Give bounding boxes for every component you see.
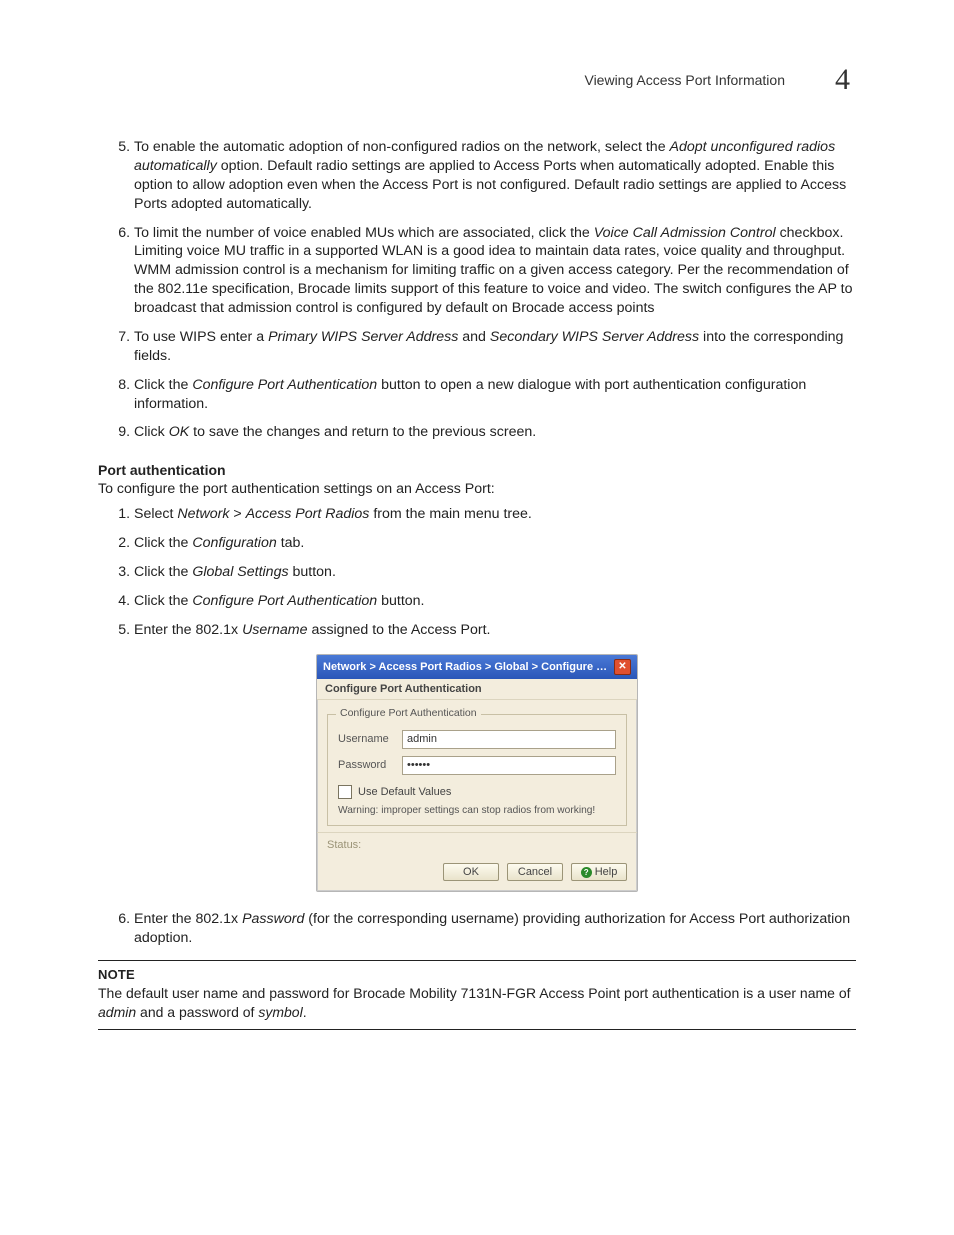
dialog-title-text: Network > Access Port Radios > Global > … (323, 661, 614, 673)
status-row: Status: (317, 832, 637, 857)
document-page: Viewing Access Port Information 4 To ena… (0, 0, 954, 1235)
pa-step-5: Enter the 802.1x Username assigned to th… (134, 621, 856, 640)
dialog-warning: Warning: improper settings can stop radi… (338, 805, 616, 818)
procedure-steps-upper: To enable the automatic adoption of non-… (98, 138, 856, 442)
note-block: NOTE The default user name and password … (98, 960, 856, 1030)
password-label: Password (338, 759, 402, 771)
pa-step-6: Enter the 802.1x Password (for the corre… (134, 910, 856, 948)
username-input[interactable]: admin (402, 730, 616, 749)
dialog-screenshot: Network > Access Port Radios > Global > … (98, 654, 856, 893)
dialog-buttons: OK Cancel ?Help (317, 857, 637, 891)
close-icon[interactable]: ✕ (614, 659, 631, 675)
step-5: To enable the automatic adoption of non-… (134, 138, 856, 214)
step-6: To limit the number of voice enabled MUs… (134, 224, 856, 318)
step-9: Click OK to save the changes and return … (134, 423, 856, 442)
running-header: Viewing Access Port Information 4 (584, 63, 850, 97)
username-row: Username admin (338, 730, 616, 749)
use-default-label: Use Default Values (358, 786, 451, 798)
page-body: To enable the automatic adoption of non-… (98, 138, 856, 1030)
use-default-row: Use Default Values (338, 785, 616, 799)
fieldset-legend: Configure Port Authentication (336, 707, 481, 719)
port-auth-steps-cont: Enter the 802.1x Password (for the corre… (98, 910, 856, 948)
username-label: Username (338, 733, 402, 745)
dialog-subtitle: Configure Port Authentication (317, 679, 637, 700)
step-7: To use WIPS enter a Primary WIPS Server … (134, 328, 856, 366)
pa-step-1: Select Network > Access Port Radios from… (134, 505, 856, 524)
help-icon: ? (581, 867, 592, 878)
port-auth-lead: To configure the port authentication set… (98, 481, 856, 497)
note-label: NOTE (98, 967, 856, 982)
help-button[interactable]: ?Help (571, 863, 627, 881)
dialog-titlebar: Network > Access Port Radios > Global > … (317, 655, 637, 679)
dialog-body: Configure Port Authentication Username a… (317, 700, 637, 833)
cancel-button[interactable]: Cancel (507, 863, 563, 881)
step-8: Click the Configure Port Authentication … (134, 376, 856, 414)
port-auth-steps: Select Network > Access Port Radios from… (98, 505, 856, 639)
password-row: Password •••••• (338, 756, 616, 775)
use-default-checkbox[interactable] (338, 785, 352, 799)
chapter-number: 4 (835, 63, 850, 97)
ok-button[interactable]: OK (443, 863, 499, 881)
auth-fieldset: Configure Port Authentication Username a… (327, 714, 627, 827)
note-text: The default user name and password for B… (98, 984, 856, 1021)
password-input[interactable]: •••••• (402, 756, 616, 775)
section-title: Viewing Access Port Information (584, 72, 785, 88)
pa-step-3: Click the Global Settings button. (134, 563, 856, 582)
pa-step-2: Click the Configuration tab. (134, 534, 856, 553)
pa-step-4: Click the Configure Port Authentication … (134, 592, 856, 611)
configure-port-auth-dialog: Network > Access Port Radios > Global > … (316, 654, 638, 893)
subheading-port-authentication: Port authentication (98, 462, 856, 478)
